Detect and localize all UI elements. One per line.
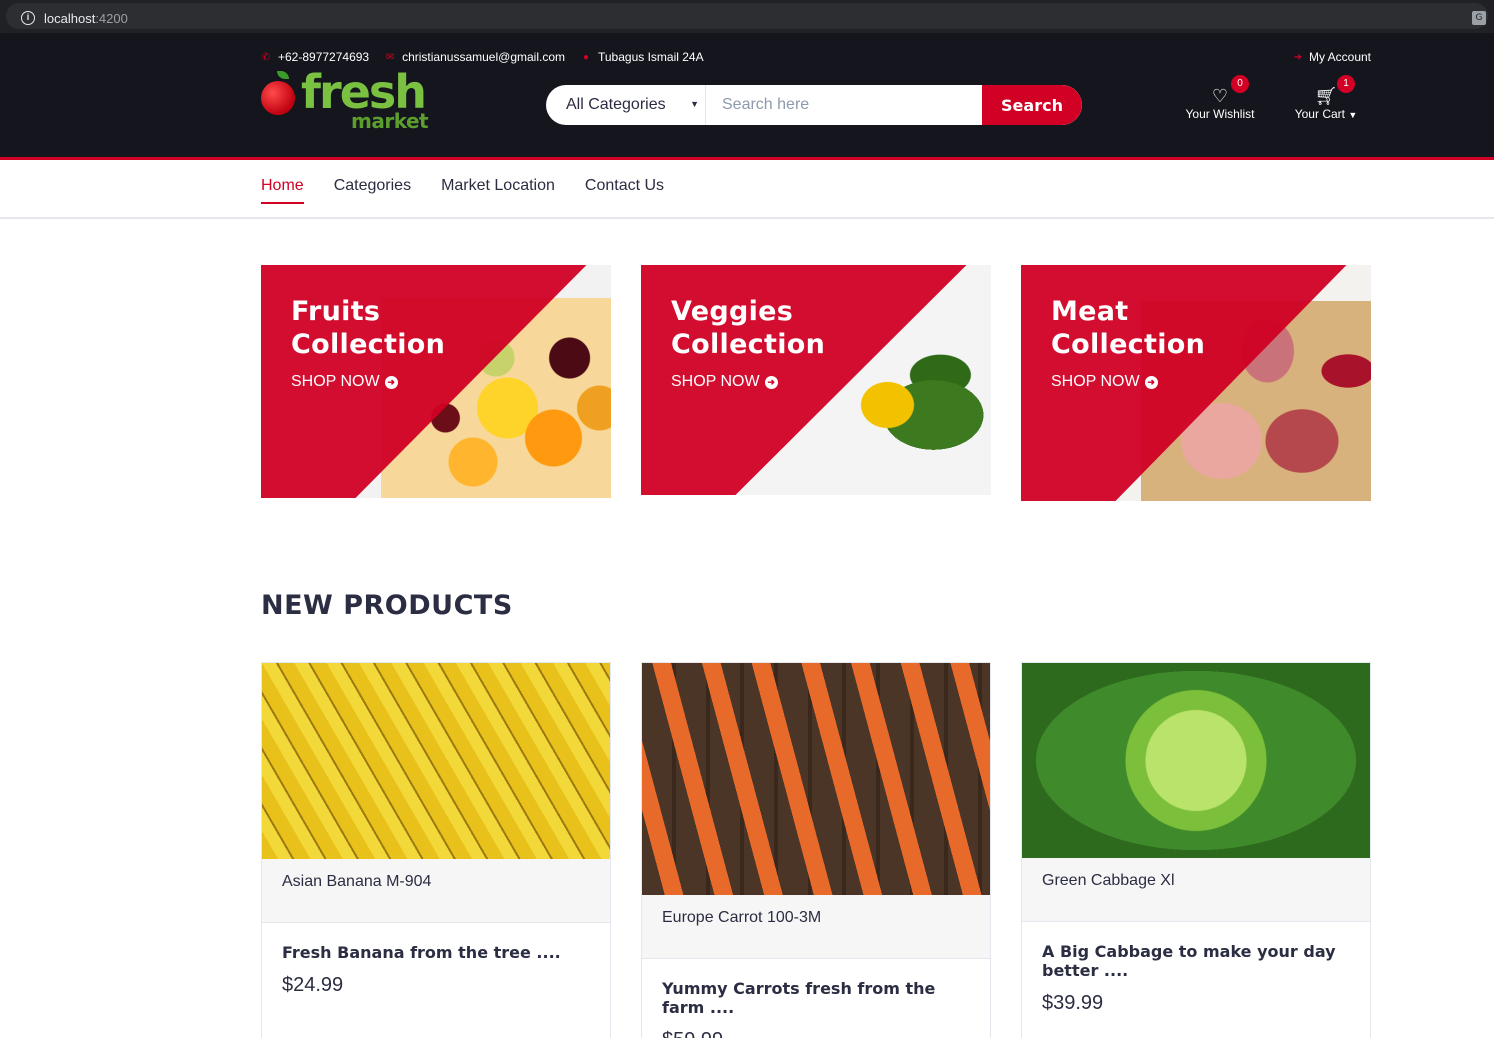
product-name[interactable]: Asian Banana M-904 (282, 873, 590, 891)
arrow-circle-right-icon: ➜ (764, 375, 778, 389)
site-header: ✆ +62-8977274693 ✉ christianussamuel@gma… (0, 33, 1494, 157)
banana-product-image[interactable] (262, 663, 610, 859)
product-name-box: Europe Carrot 100-3M (642, 895, 990, 959)
cart-button[interactable]: 🛒︎ 1 Your Cart ▼ (1288, 75, 1364, 121)
header-search: All Categories ▼ Search (546, 85, 1082, 125)
phone-icon: ✆ (261, 51, 271, 63)
translate-icon[interactable]: G (1472, 11, 1486, 25)
info-icon[interactable]: i (21, 11, 35, 25)
meat-collection-banner[interactable]: Meat Collection SHOP NOW ➜ (1021, 265, 1371, 501)
url-port: :4200 (95, 11, 128, 26)
my-account-label: My Account (1308, 50, 1371, 64)
address-text: Tubagus Ismail 24A (598, 50, 704, 64)
veggies-collection-banner[interactable]: Veggies Collection SHOP NOW ➜ (641, 265, 991, 495)
carrot-product-image[interactable] (642, 663, 990, 895)
caret-down-icon: ▼ (690, 99, 699, 109)
shop-now-link[interactable]: SHOP NOW ➜ (291, 373, 398, 391)
search-button[interactable]: Search (982, 85, 1082, 125)
main-navigation: Home Categories Market Location Contact … (0, 160, 1494, 219)
wishlist-label: Your Wishlist (1185, 107, 1255, 121)
arrow-circle-right-icon: ➜ (384, 375, 398, 389)
header-contact-links: ✆ +62-8977274693 ✉ christianussamuel@gma… (261, 50, 704, 64)
product-name-box: Asian Banana M-904 (262, 859, 610, 923)
collection-title-line2: Collection (671, 329, 826, 360)
product-description[interactable]: Fresh Banana from the tree .... (262, 923, 610, 962)
wishlist-button[interactable]: ♡ 0 Your Wishlist (1180, 75, 1260, 121)
product-name-box: Green Cabbage Xl (1022, 858, 1370, 922)
collection-title: Fruits Collection (291, 295, 445, 361)
shop-now-label: SHOP NOW (1051, 373, 1140, 390)
shop-now-link[interactable]: SHOP NOW ➜ (671, 373, 778, 391)
cart-label: Your Cart (1294, 107, 1345, 121)
product-card[interactable]: Green Cabbage Xl A Big Cabbage to make y… (1021, 662, 1371, 1038)
shop-now-label: SHOP NOW (291, 373, 380, 390)
logo-leaf (277, 71, 289, 79)
product-price: $39.99 (1042, 992, 1104, 1014)
collection-title-line2: Collection (291, 329, 446, 360)
product-price: $59.99 (642, 1017, 990, 1038)
phone-link[interactable]: ✆ +62-8977274693 (261, 50, 369, 64)
map-marker-icon: ● (582, 51, 590, 63)
logo-text-market: market (351, 109, 429, 133)
nav-item-categories[interactable]: Categories (334, 177, 411, 204)
fresh-market-logo[interactable]: fresh market (259, 65, 445, 135)
email-link[interactable]: ✉ christianussamuel@gmail.com (385, 50, 565, 64)
product-card[interactable]: Europe Carrot 100-3M Yummy Carrots fresh… (641, 662, 991, 1038)
product-card[interactable]: Asian Banana M-904 Fresh Banana from the… (261, 662, 611, 1038)
envelope-icon: ✉ (385, 51, 395, 63)
collection-title-line1: Fruits (291, 296, 381, 327)
new-products-title: NEW PRODUCTS (261, 590, 513, 621)
cart-count-badge: 1 (1337, 75, 1355, 93)
nav-item-home[interactable]: Home (261, 177, 304, 204)
url-host: localhost (44, 11, 96, 26)
cabbage-product-image[interactable] (1022, 663, 1370, 858)
email-text: christianussamuel@gmail.com (402, 50, 565, 64)
browser-address-bar: i localhost:4200 G (0, 0, 1494, 33)
heart-icon: ♡ (1211, 86, 1229, 106)
collection-title-line2: Collection (1051, 329, 1206, 360)
my-account-link[interactable]: ➜ My Account (1294, 50, 1371, 64)
arrow-circle-right-icon: ➜ (1144, 375, 1158, 389)
shop-now-label: SHOP NOW (671, 373, 760, 390)
fruits-collection-banner[interactable]: Fruits Collection SHOP NOW ➜ (261, 265, 611, 498)
user-sign-in-icon: ➜ (1293, 51, 1302, 63)
collection-title: Veggies Collection (671, 295, 825, 361)
shop-now-link[interactable]: SHOP NOW ➜ (1051, 373, 1158, 391)
collection-title: Meat Collection (1051, 295, 1205, 361)
collection-title-line1: Veggies (671, 296, 794, 327)
nav-item-market-location[interactable]: Market Location (441, 177, 555, 204)
address-field[interactable]: i localhost:4200 G (6, 3, 1488, 29)
category-select[interactable]: All Categories ▼ (546, 85, 706, 125)
product-name[interactable]: Green Cabbage Xl (1042, 872, 1350, 890)
address-link[interactable]: ● Tubagus Ismail 24A (581, 50, 704, 64)
category-select-value: All Categories (566, 96, 666, 113)
product-name[interactable]: Europe Carrot 100-3M (662, 909, 970, 927)
product-description[interactable]: A Big Cabbage to make your day better ..… (1022, 922, 1370, 980)
search-input[interactable] (706, 85, 982, 125)
wishlist-count-badge: 0 (1231, 75, 1249, 93)
apple-icon (261, 81, 295, 115)
product-price: $24.99 (282, 974, 344, 996)
phone-text: +62-8977274693 (278, 50, 370, 64)
product-description[interactable]: Yummy Carrots fresh from the farm .... (642, 959, 990, 1017)
nav-item-contact-us[interactable]: Contact Us (585, 177, 664, 204)
address-url[interactable]: localhost:4200 (44, 11, 128, 26)
collection-title-line1: Meat (1051, 296, 1129, 327)
caret-down-icon: ▼ (1348, 110, 1358, 120)
